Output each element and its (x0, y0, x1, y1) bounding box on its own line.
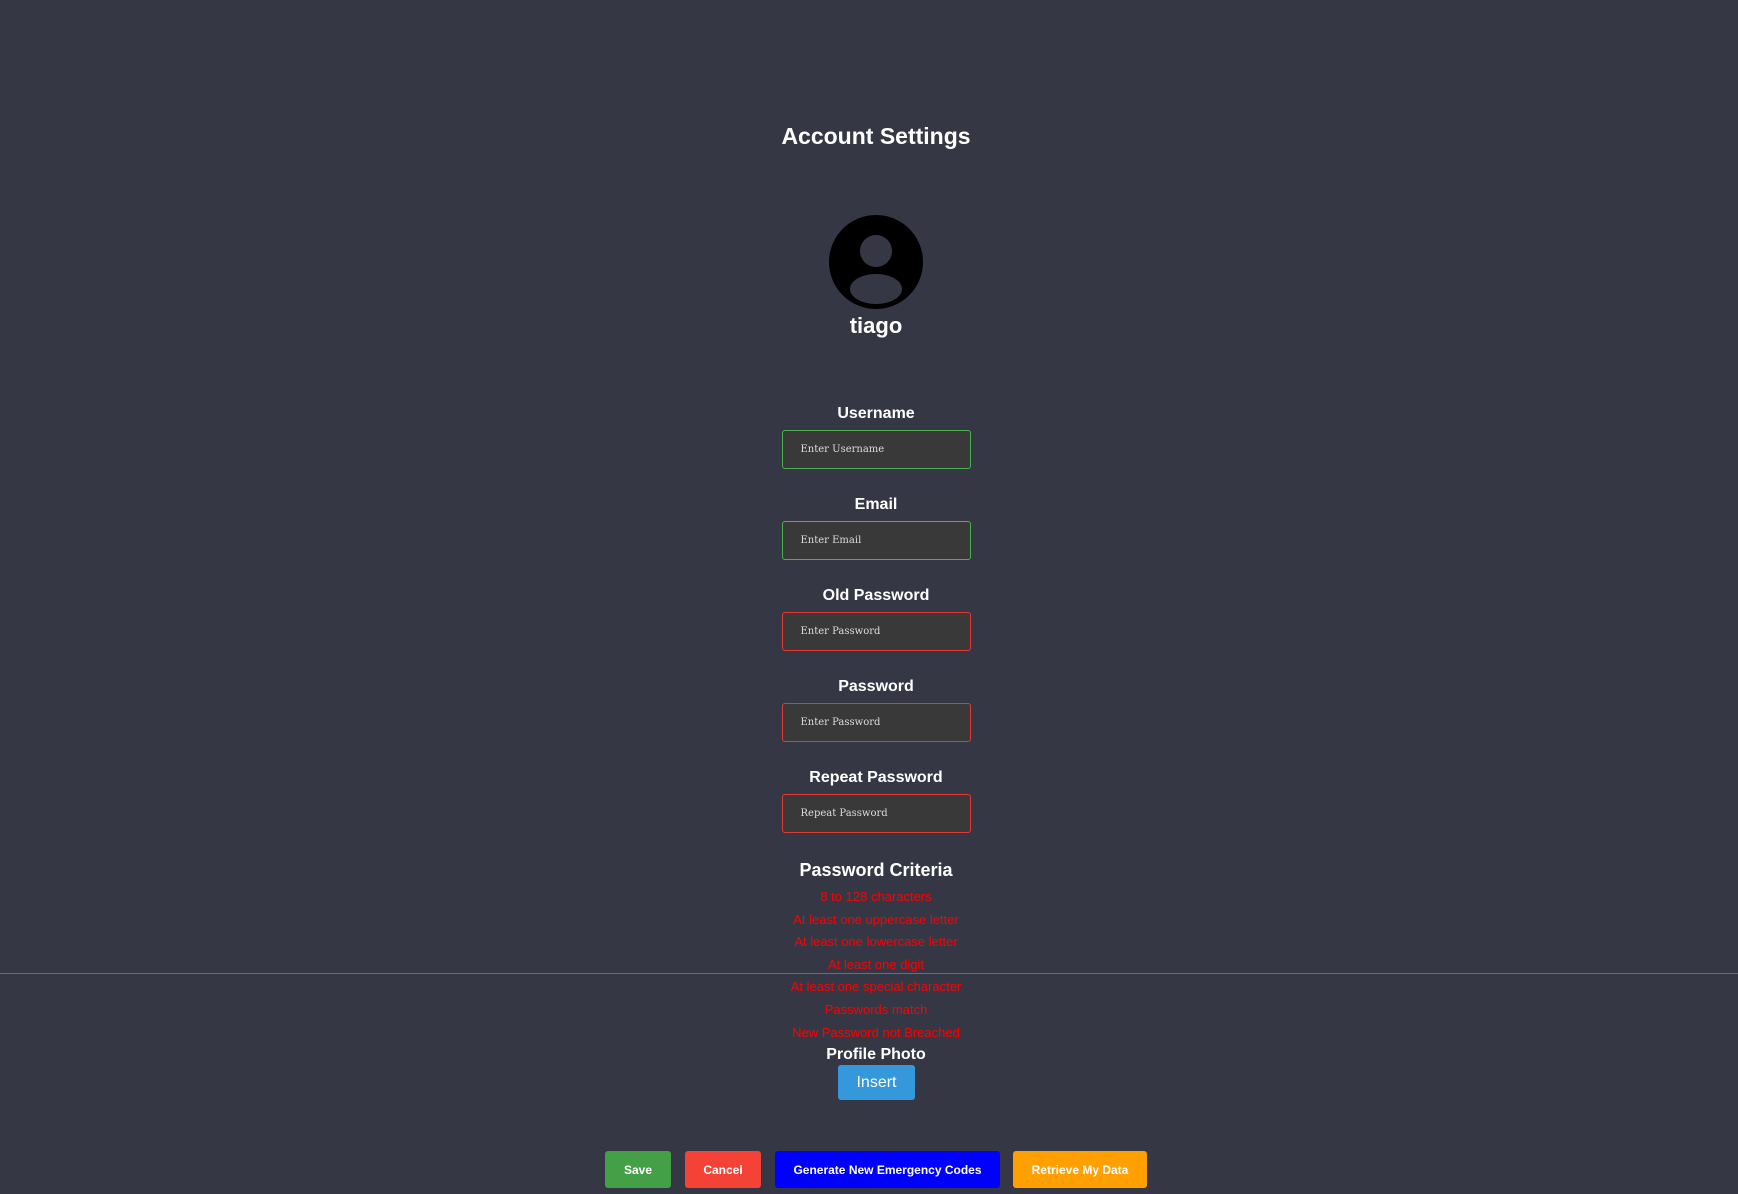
password-criteria-title: Password Criteria (799, 860, 953, 880)
account-settings-page: Account Settings tiago Username Email Ol… (0, 0, 1738, 1194)
username-input[interactable] (781, 430, 971, 469)
username-label: Username (837, 405, 915, 422)
criterion-lowercase: At least one lowercase letter (794, 934, 958, 950)
password-label: Password (838, 678, 914, 695)
old-password-label: Old Password (822, 587, 930, 604)
cancel-button[interactable]: Cancel (685, 1151, 761, 1188)
retrieve-my-data-button[interactable]: Retrieve My Data (1013, 1151, 1147, 1188)
repeat-password-input[interactable] (781, 794, 971, 833)
password-field-group: Password (0, 677, 1738, 742)
username-field-group: Username (0, 404, 1738, 469)
repeat-password-field-group: Repeat Password (0, 768, 1738, 833)
criterion-not-breached: New Password not Breached (792, 1024, 960, 1040)
action-bar: Save Cancel Generate New Emergency Codes… (0, 1151, 1738, 1188)
criterion-passwords-match: Passwords match (824, 1001, 928, 1017)
email-input[interactable] (781, 521, 971, 560)
email-field-group: Email (0, 495, 1738, 560)
password-criteria-list: 8 to 128 characters At least one upperca… (0, 886, 1738, 1044)
repeat-password-label: Repeat Password (809, 769, 943, 786)
password-input[interactable] (781, 703, 971, 742)
profile-photo-label: Profile Photo (826, 1046, 926, 1063)
insert-photo-button[interactable]: Insert (838, 1065, 915, 1100)
old-password-input[interactable] (781, 612, 971, 651)
user-avatar-icon (829, 215, 923, 309)
criterion-length: 8 to 128 characters (820, 889, 932, 904)
divider (0, 973, 1738, 974)
profile-username: tiago (849, 313, 903, 338)
generate-emergency-codes-button[interactable]: Generate New Emergency Codes (775, 1151, 1000, 1188)
criterion-special-character: At least one special character (790, 979, 962, 995)
save-button[interactable]: Save (605, 1151, 671, 1188)
criterion-uppercase: At least one uppercase letter (793, 911, 959, 927)
email-label: Email (854, 496, 898, 513)
page-title: Account Settings (781, 123, 971, 149)
old-password-field-group: Old Password (0, 586, 1738, 651)
